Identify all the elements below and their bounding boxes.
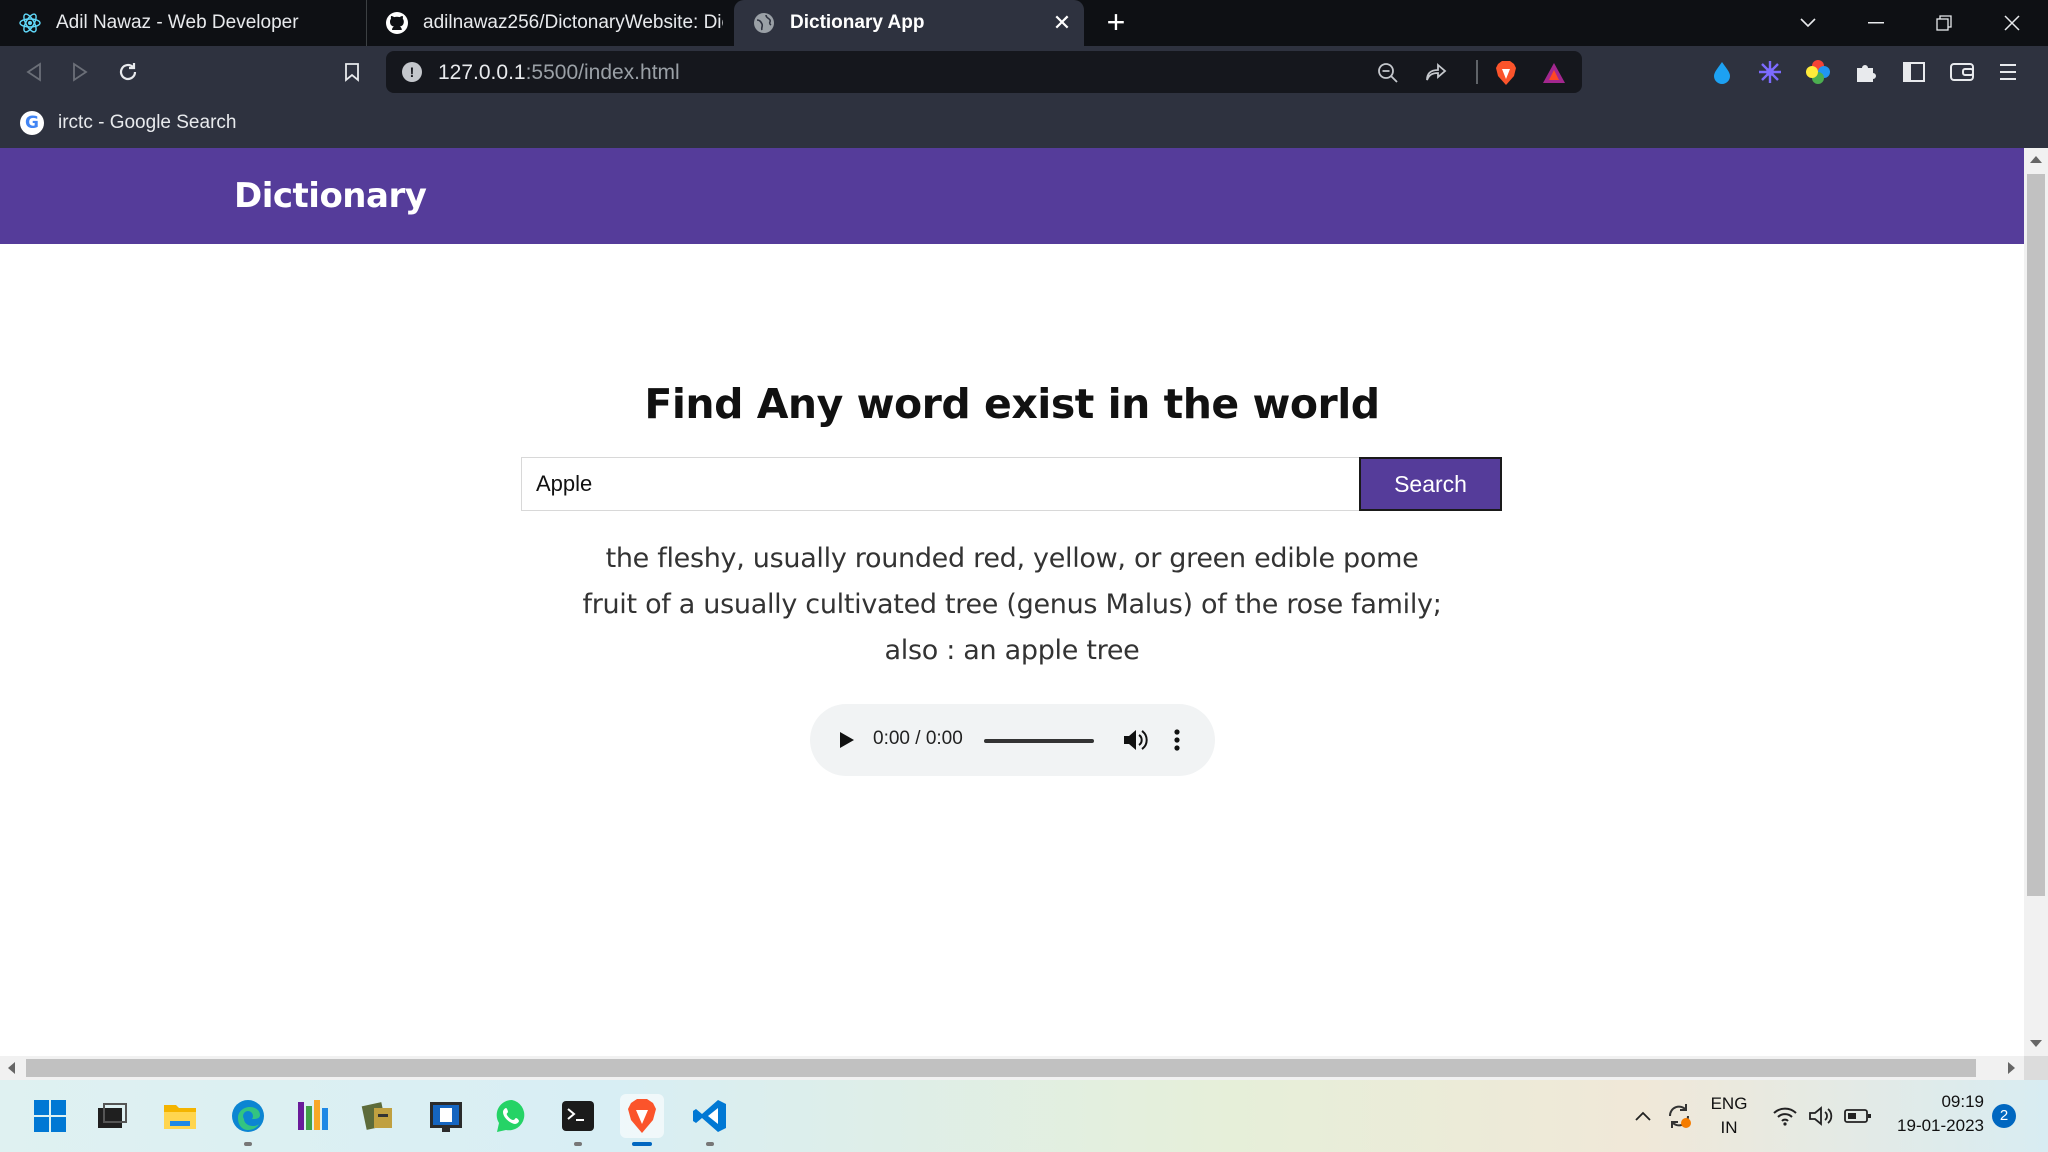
divider — [1476, 60, 1478, 84]
tab-search-chevron-icon[interactable] — [1778, 0, 1838, 46]
running-indicator — [574, 1142, 582, 1146]
app-header: Dictionary — [0, 148, 2024, 244]
vertical-scrollbar[interactable] — [2024, 148, 2048, 1056]
drop-extension-icon[interactable] — [1708, 58, 1736, 86]
start-icon[interactable] — [28, 1094, 72, 1138]
horizontal-scrollbar[interactable] — [0, 1056, 2024, 1080]
tab-strip: Adil Nawaz - Web Developer adilnawaz256/… — [0, 0, 2048, 46]
language-indicator[interactable]: ENG IN — [1706, 1094, 1752, 1138]
bookmark-irctc[interactable]: G irctc - Google Search — [20, 109, 236, 137]
play-icon[interactable] — [834, 728, 858, 752]
bookmarks-bar: G irctc - Google Search — [0, 98, 2048, 148]
running-indicator — [706, 1142, 714, 1146]
menu-icon[interactable] — [1994, 58, 2022, 86]
horizontal-scroll-thumb[interactable] — [26, 1059, 1976, 1077]
forward-button[interactable] — [64, 56, 96, 88]
share-icon[interactable] — [1422, 59, 1450, 87]
extensions-puzzle-icon[interactable] — [1852, 58, 1880, 86]
tab-title: Dictionary App — [790, 12, 925, 33]
tab-adil-nawaz[interactable]: Adil Nawaz - Web Developer — [0, 0, 366, 46]
sidebar-icon[interactable] — [1900, 58, 1928, 86]
minimize-button[interactable] — [1846, 0, 1906, 46]
show-hidden-icons-chevron-icon[interactable] — [1630, 1094, 1656, 1138]
audio-progress-track[interactable] — [984, 739, 1094, 743]
new-tab-button[interactable]: + — [1100, 6, 1132, 39]
scroll-left-arrow-icon[interactable] — [8, 1062, 15, 1074]
taskbar: ENG IN 09:19 19-01-2023 — [0, 1080, 2048, 1152]
react-icon — [18, 11, 42, 35]
battery-icon[interactable] — [1842, 1094, 1874, 1138]
more-options-icon[interactable] — [1167, 726, 1187, 754]
scrollbar-corner — [2024, 1056, 2048, 1080]
tab-github-repo[interactable]: adilnawaz256/DictonaryWebsite: Dictonary — [366, 0, 732, 46]
bookmark-button[interactable] — [336, 56, 368, 88]
bookmark-label: irctc - Google Search — [58, 112, 237, 133]
globe-icon — [752, 11, 776, 35]
search-input[interactable] — [521, 457, 1359, 511]
wallet-icon[interactable] — [1948, 58, 1976, 86]
clock[interactable]: 09:19 19-01-2023 — [1888, 1092, 1984, 1136]
volume-tray-icon[interactable] — [1806, 1094, 1836, 1138]
tab-title: Adil Nawaz - Web Developer — [56, 12, 299, 33]
notification-badge[interactable]: 2 — [1992, 1104, 2016, 1128]
wifi-icon[interactable] — [1770, 1094, 1800, 1138]
clock-date: 19-01-2023 — [1897, 1116, 1984, 1135]
terminal-icon[interactable] — [556, 1094, 600, 1146]
definition-text: the fleshy, usually rounded red, yellow,… — [582, 543, 1442, 666]
language-line2: IN — [1720, 1118, 1738, 1137]
brave-rewards-icon[interactable] — [1540, 59, 1568, 87]
browser-toolbar: ! 127.0.0.1:5500/index.html — [0, 46, 2048, 98]
github-icon — [385, 11, 409, 35]
language-line1: ENG — [1710, 1094, 1748, 1113]
restore-button[interactable] — [1914, 0, 1974, 46]
file-explorer-icon[interactable] — [158, 1094, 202, 1138]
scroll-up-arrow-icon[interactable] — [2030, 156, 2042, 163]
clock-time: 09:19 — [1941, 1092, 1984, 1111]
whatsapp-icon[interactable] — [490, 1094, 534, 1138]
search-button[interactable]: Search — [1359, 457, 1502, 511]
site-info-icon[interactable]: ! — [402, 62, 422, 82]
back-button[interactable] — [18, 56, 50, 88]
active-indicator — [632, 1142, 652, 1146]
extension-icon[interactable] — [1756, 58, 1784, 86]
scroll-down-arrow-icon[interactable] — [2030, 1040, 2042, 1047]
task-view-icon[interactable] — [90, 1094, 134, 1138]
page-title: Find Any word exist in the world — [644, 380, 1380, 428]
color-picker-extension-icon[interactable] — [1804, 58, 1832, 86]
app-icon[interactable] — [424, 1094, 468, 1138]
app-icon[interactable] — [290, 1094, 334, 1138]
url-path: :5500/index.html — [525, 61, 680, 84]
audio-player[interactable]: 0:00 / 0:00 — [810, 704, 1215, 776]
brave-shields-icon[interactable] — [1492, 59, 1520, 87]
volume-icon[interactable] — [1121, 726, 1149, 754]
brave-icon[interactable] — [620, 1094, 664, 1146]
scroll-right-arrow-icon[interactable] — [2008, 1062, 2015, 1074]
edge-icon[interactable] — [226, 1094, 270, 1146]
reload-button[interactable] — [112, 56, 144, 88]
zoom-icon[interactable] — [1374, 59, 1402, 87]
audio-time: 0:00 / 0:00 — [873, 728, 963, 749]
app-icon[interactable] — [356, 1094, 400, 1138]
tab-title: adilnawaz256/DictonaryWebsite: Dictonary — [423, 12, 723, 33]
google-icon: G — [20, 111, 44, 135]
app-brand[interactable]: Dictionary — [234, 176, 427, 216]
sync-icon[interactable] — [1662, 1094, 1696, 1138]
running-indicator — [244, 1142, 252, 1146]
tab-dictionary-app[interactable]: Dictionary App ✕ — [734, 0, 1084, 46]
page-viewport: Dictionary Find Any word exist in the wo… — [0, 148, 2024, 1056]
close-window-button[interactable] — [1982, 0, 2042, 46]
vertical-scroll-thumb[interactable] — [2027, 174, 2045, 896]
address-bar[interactable]: ! 127.0.0.1:5500/index.html — [386, 51, 1582, 93]
close-tab-icon[interactable]: ✕ — [1050, 11, 1074, 35]
url-host: 127.0.0.1 — [438, 61, 526, 84]
url-text[interactable]: 127.0.0.1:5500/index.html — [438, 61, 680, 85]
vscode-icon[interactable] — [688, 1094, 732, 1146]
